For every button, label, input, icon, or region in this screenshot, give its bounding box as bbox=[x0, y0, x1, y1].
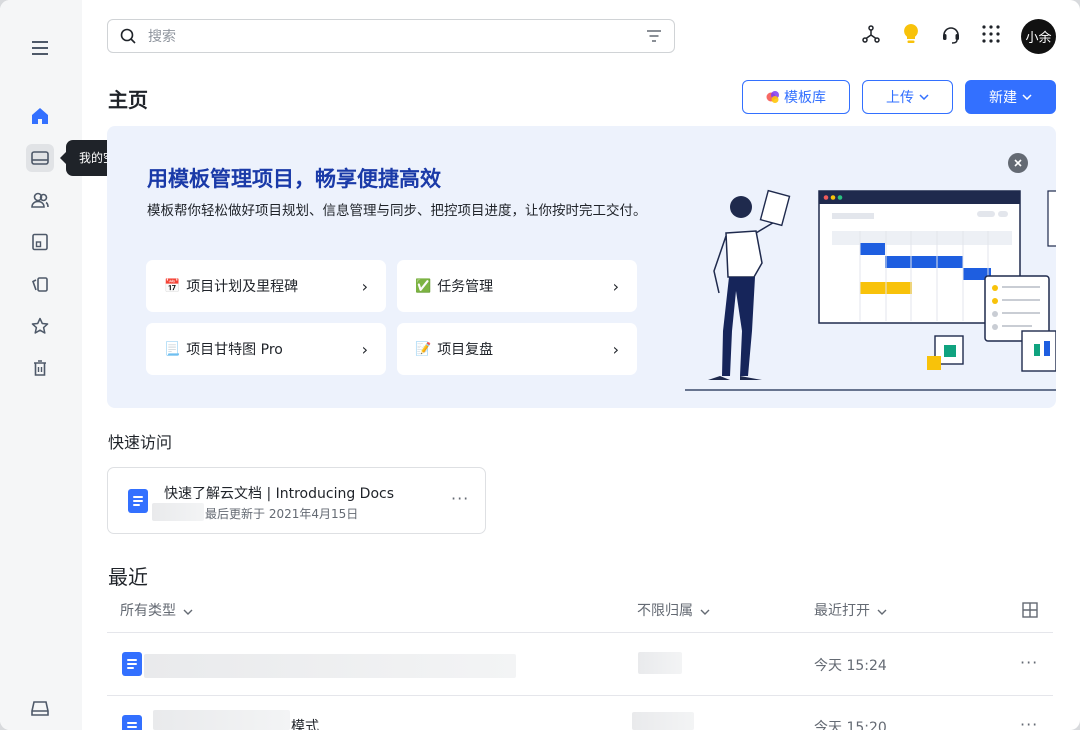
memo-icon: 📝 bbox=[415, 341, 432, 357]
more-icon[interactable]: ··· bbox=[1020, 653, 1038, 672]
quick-access-item-name: 快速了解云文档 | Introducing Docs bbox=[164, 486, 395, 502]
page-title: 主页 bbox=[108, 88, 148, 112]
search-icon bbox=[120, 28, 136, 44]
avatar[interactable]: 小余 bbox=[1021, 19, 1056, 54]
headset-icon[interactable] bbox=[939, 22, 963, 46]
doc-icon bbox=[122, 652, 142, 676]
star-icon[interactable] bbox=[26, 312, 54, 340]
filter-owner-dropdown[interactable]: 不限归属 bbox=[637, 600, 710, 620]
lightbulb-icon[interactable] bbox=[899, 22, 923, 46]
search-bar[interactable]: 搜索 bbox=[107, 19, 675, 53]
template-card-label: 项目计划及里程碑 bbox=[186, 279, 299, 295]
upload-button[interactable]: 上传 bbox=[862, 80, 953, 114]
network-icon[interactable] bbox=[859, 22, 883, 46]
template-banner: 用模板管理项目，畅享便捷高效 模板帮你轻松做好项目规划、信息管理与同步、把控项目… bbox=[107, 126, 1056, 408]
chevron-down-icon bbox=[183, 609, 193, 615]
divider bbox=[107, 632, 1053, 633]
files-icon[interactable] bbox=[26, 270, 54, 298]
palette-icon bbox=[766, 91, 779, 103]
chevron-right-icon: › bbox=[612, 276, 619, 296]
new-label: 新建 bbox=[989, 90, 1017, 106]
redacted-owner bbox=[638, 652, 682, 674]
redacted-file-name bbox=[144, 654, 516, 678]
template-card-label: 任务管理 bbox=[437, 279, 494, 295]
banner-title: 用模板管理项目，畅享便捷高效 bbox=[147, 167, 441, 191]
filter-type-label: 所有类型 bbox=[120, 603, 176, 619]
banner-description: 模板帮你轻松做好项目规划、信息管理与同步、把控项目进度，让你按时完工交付。 bbox=[147, 203, 647, 219]
new-button[interactable]: 新建 bbox=[965, 80, 1056, 114]
checkbox-icon: ✅ bbox=[415, 278, 432, 294]
doc-icon bbox=[128, 489, 148, 513]
more-icon[interactable]: ··· bbox=[1020, 715, 1038, 730]
close-banner-button[interactable] bbox=[1008, 153, 1028, 173]
row-name-suffix: 模式 bbox=[291, 719, 319, 730]
sort-opened-label: 最近打开 bbox=[814, 603, 870, 619]
filter-owner-label: 不限归属 bbox=[637, 603, 693, 619]
banner-illustration bbox=[685, 189, 1056, 391]
grid-view-icon[interactable] bbox=[1022, 602, 1038, 622]
quick-access-item-meta: 最后更新于 2021年4月15日 bbox=[205, 507, 359, 521]
book-icon[interactable] bbox=[26, 228, 54, 256]
redacted-owner bbox=[632, 712, 694, 730]
redacted-owner bbox=[152, 503, 204, 521]
chevron-right-icon: › bbox=[361, 276, 368, 296]
menu-icon[interactable] bbox=[26, 34, 54, 62]
chevron-down-icon bbox=[1022, 94, 1032, 100]
folder-icon[interactable] bbox=[26, 144, 54, 172]
drive-icon[interactable] bbox=[26, 694, 54, 722]
row-time: 今天 15:20 bbox=[814, 720, 887, 730]
divider bbox=[107, 695, 1053, 696]
template-library-button[interactable]: 模板库 bbox=[742, 80, 850, 114]
row-time: 今天 15:24 bbox=[814, 658, 887, 674]
search-input[interactable]: 搜索 bbox=[148, 26, 646, 46]
upload-label: 上传 bbox=[886, 90, 914, 106]
template-card-project-plan[interactable]: 📅 项目计划及里程碑 › bbox=[146, 260, 386, 312]
template-card-task-management[interactable]: ✅ 任务管理 › bbox=[397, 260, 637, 312]
template-library-label: 模板库 bbox=[784, 90, 826, 106]
chevron-down-icon bbox=[700, 609, 710, 615]
page-icon: 📃 bbox=[164, 341, 181, 357]
recent-title: 最近 bbox=[108, 565, 148, 589]
chevron-right-icon: › bbox=[361, 339, 368, 359]
filter-icon[interactable] bbox=[646, 29, 662, 43]
calendar-icon: 📅 bbox=[164, 278, 181, 294]
quick-access-item[interactable]: 快速了解云文档 | Introducing Docs 最后更新于 2021年4月… bbox=[107, 467, 486, 534]
home-icon[interactable] bbox=[26, 102, 54, 130]
template-card-label: 项目复盘 bbox=[437, 342, 494, 358]
template-card-gantt[interactable]: 📃 项目甘特图 Pro › bbox=[146, 323, 386, 375]
sort-opened-dropdown[interactable]: 最近打开 bbox=[814, 600, 887, 620]
chevron-right-icon: › bbox=[612, 339, 619, 359]
sidebar bbox=[0, 0, 82, 730]
template-card-review[interactable]: 📝 项目复盘 › bbox=[397, 323, 637, 375]
more-icon[interactable]: ··· bbox=[451, 489, 469, 508]
apps-grid-icon[interactable] bbox=[979, 22, 1003, 46]
close-icon bbox=[1014, 159, 1022, 167]
chevron-down-icon bbox=[919, 94, 929, 100]
doc-icon bbox=[122, 715, 142, 730]
redacted-file-name bbox=[153, 710, 290, 730]
chevron-down-icon bbox=[877, 609, 887, 615]
app-window: 我的空间 搜索 小余 主页 模板库 上传 新建 用模板管理项目，畅享便捷高效 模… bbox=[0, 0, 1080, 730]
quick-access-title: 快速访问 bbox=[108, 433, 173, 452]
filter-type-dropdown[interactable]: 所有类型 bbox=[120, 600, 193, 620]
template-card-label: 项目甘特图 Pro bbox=[186, 342, 283, 358]
people-icon[interactable] bbox=[26, 186, 54, 214]
trash-icon[interactable] bbox=[26, 354, 54, 382]
